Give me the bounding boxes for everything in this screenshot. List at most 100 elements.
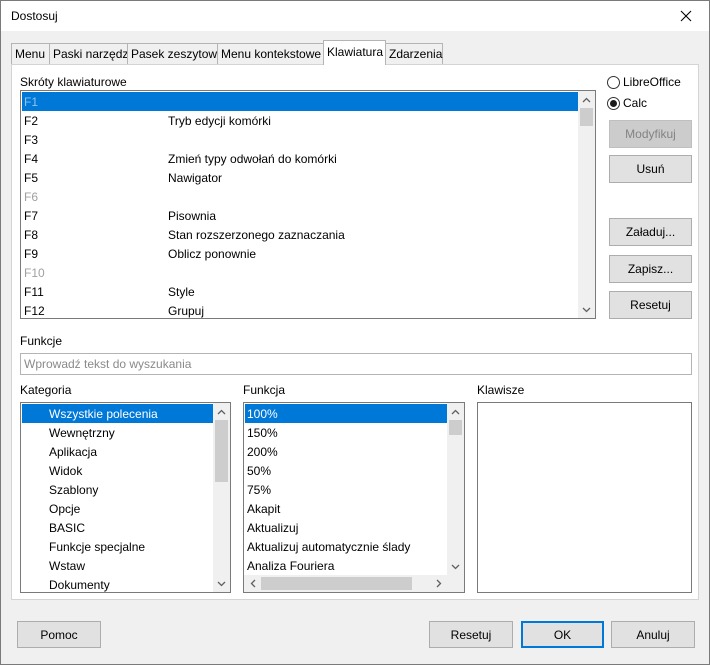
title-bar: Dostosuj — [1, 1, 709, 31]
ok-button[interactable]: OK — [521, 621, 604, 648]
shortcut-row[interactable]: F9 Oblicz ponownie — [22, 244, 578, 263]
modify-button[interactable]: Modyfikuj — [609, 120, 692, 148]
tab-keyboard[interactable]: Klawiatura — [323, 40, 386, 65]
list-item[interactable]: Wszystkie polecenia — [22, 404, 213, 423]
shortcut-key: F11 — [24, 285, 44, 299]
scroll-left-arrow-icon[interactable] — [244, 575, 261, 592]
shortcut-key: F2 — [24, 114, 39, 128]
shortcut-row[interactable]: F11 Style — [22, 282, 578, 301]
list-item[interactable]: Dokumenty — [22, 575, 213, 592]
list-item[interactable]: BASIC — [22, 518, 213, 537]
shortcut-key: F6 — [24, 190, 39, 204]
scroll-right-arrow-icon[interactable] — [430, 575, 447, 592]
scroll-thumb[interactable] — [580, 108, 593, 126]
scroll-thumb[interactable] — [215, 420, 228, 482]
scroll-up-arrow-icon[interactable] — [447, 403, 464, 420]
category-list[interactable]: Wszystkie polecenia Wewnętrzny Aplikacja Wi… — [20, 402, 231, 593]
button-label: Usuń — [636, 162, 665, 176]
list-item[interactable]: Akapit — [245, 499, 447, 518]
shortcut-row[interactable]: F10 — [22, 263, 578, 282]
shortcut-row[interactable]: F4 Zmień typy odwołań do komórki — [22, 149, 578, 168]
tab-menu[interactable]: Menu — [11, 43, 50, 64]
scroll-corner — [447, 575, 464, 592]
reset-button[interactable]: Resetuj — [429, 621, 513, 648]
scope-libreoffice-radio[interactable]: LibreOffice — [607, 75, 681, 89]
close-button[interactable] — [663, 1, 709, 31]
shortcut-command: Stan rozszerzonego zaznaczania — [168, 228, 345, 242]
shortcut-row[interactable]: F2 Tryb edycji komórki — [22, 111, 578, 130]
category-scrollbar[interactable] — [213, 403, 230, 592]
button-label: Resetuj — [450, 627, 492, 642]
shortcut-row[interactable]: F1 — [22, 92, 578, 111]
shortcut-key: F10 — [24, 266, 45, 280]
list-item[interactable]: Wstaw — [22, 556, 213, 575]
button-label: Załaduj... — [625, 225, 676, 239]
load-button[interactable]: Załaduj... — [609, 218, 692, 246]
scroll-up-arrow-icon[interactable] — [578, 91, 595, 108]
list-item[interactable]: Wewnętrzny — [22, 423, 213, 442]
list-item[interactable]: Aktualizuj automatycznie ślady — [245, 537, 447, 556]
cancel-button[interactable]: Anuluj — [611, 621, 695, 648]
list-item[interactable]: Widok — [22, 461, 213, 480]
function-search-input[interactable] — [20, 353, 692, 375]
tab-label: Menu kontekstowe — [221, 47, 322, 61]
list-item[interactable]: 50% — [245, 461, 447, 480]
shortcut-row[interactable]: F6 — [22, 187, 578, 206]
tab-events[interactable]: Zdarzenia — [385, 43, 443, 64]
functions-label: Funkcje — [20, 334, 63, 348]
button-label: Zapisz... — [627, 262, 674, 276]
list-item[interactable]: 100% — [245, 404, 447, 423]
shortcut-command: Nawigator — [168, 171, 223, 185]
radio-label: LibreOffice — [623, 75, 681, 89]
list-item[interactable]: Analiza Fouriera — [245, 556, 447, 575]
window-title: Dostosuj — [11, 9, 58, 23]
radio-circle — [607, 75, 620, 89]
shortcut-row[interactable]: F12 Grupuj — [22, 301, 578, 318]
list-item[interactable]: Opcje — [22, 499, 213, 518]
shortcut-row[interactable]: F5 Nawigator — [22, 168, 578, 187]
button-label: Anuluj — [636, 627, 670, 642]
function-hscrollbar[interactable] — [244, 575, 447, 592]
shortcut-key: F8 — [24, 228, 39, 242]
tab-toolbars[interactable]: Paski narzędzi — [49, 43, 131, 64]
button-label: Pomoc — [40, 627, 78, 642]
list-item[interactable]: Aplikacja — [22, 442, 213, 461]
shortcut-row[interactable]: F7 Pisownia — [22, 206, 578, 225]
shortcut-row[interactable]: F8 Stan rozszerzonego zaznaczania — [22, 225, 578, 244]
tab-context-menus[interactable]: Menu kontekstowe — [217, 43, 325, 64]
help-button[interactable]: Pomoc — [17, 621, 101, 648]
radio-circle-selected — [607, 96, 620, 110]
list-item[interactable]: 150% — [245, 423, 447, 442]
list-item[interactable]: 75% — [245, 480, 447, 499]
function-list[interactable]: 100% 150% 200% 50% 75% Akapit Aktualizuj Aktual… — [243, 402, 465, 593]
shortcut-command: Tryb edycji komórki — [168, 114, 271, 128]
shortcut-key: F7 — [24, 209, 39, 223]
function-vscrollbar[interactable] — [447, 403, 464, 575]
button-label: Resetuj — [630, 298, 671, 312]
shortcut-key: F4 — [24, 152, 39, 166]
scroll-down-arrow-icon[interactable] — [578, 301, 595, 318]
close-icon — [680, 10, 692, 22]
shortcut-row[interactable]: F3 — [22, 130, 578, 149]
delete-button[interactable]: Usuń — [609, 155, 692, 183]
shortcuts-list[interactable]: F1 F2 Tryb edycji komórki F3 F4 Zmień typy od… — [20, 90, 596, 319]
function-label: Funkcja — [243, 383, 286, 397]
scroll-thumb[interactable] — [261, 577, 412, 590]
scroll-up-arrow-icon[interactable] — [213, 403, 230, 420]
keys-list[interactable] — [477, 402, 692, 593]
scroll-down-arrow-icon[interactable] — [213, 575, 230, 592]
shortcut-key: F9 — [24, 247, 39, 261]
scroll-thumb[interactable] — [449, 420, 462, 435]
list-item[interactable]: 200% — [245, 442, 447, 461]
scroll-down-arrow-icon[interactable] — [447, 558, 464, 575]
list-item[interactable]: Funkcje specjalne — [22, 537, 213, 556]
shortcut-key: F3 — [24, 133, 39, 147]
list-item[interactable]: Aktualizuj — [245, 518, 447, 537]
reset-shortcuts-button[interactable]: Resetuj — [609, 291, 692, 319]
scope-calc-radio[interactable]: Calc — [607, 96, 647, 110]
list-item[interactable]: Szablony — [22, 480, 213, 499]
save-button[interactable]: Zapisz... — [609, 255, 692, 283]
shortcut-key: F5 — [24, 171, 39, 185]
tab-notebookbar[interactable]: Pasek zeszytowy — [127, 43, 223, 64]
shortcuts-scrollbar[interactable] — [578, 91, 595, 318]
